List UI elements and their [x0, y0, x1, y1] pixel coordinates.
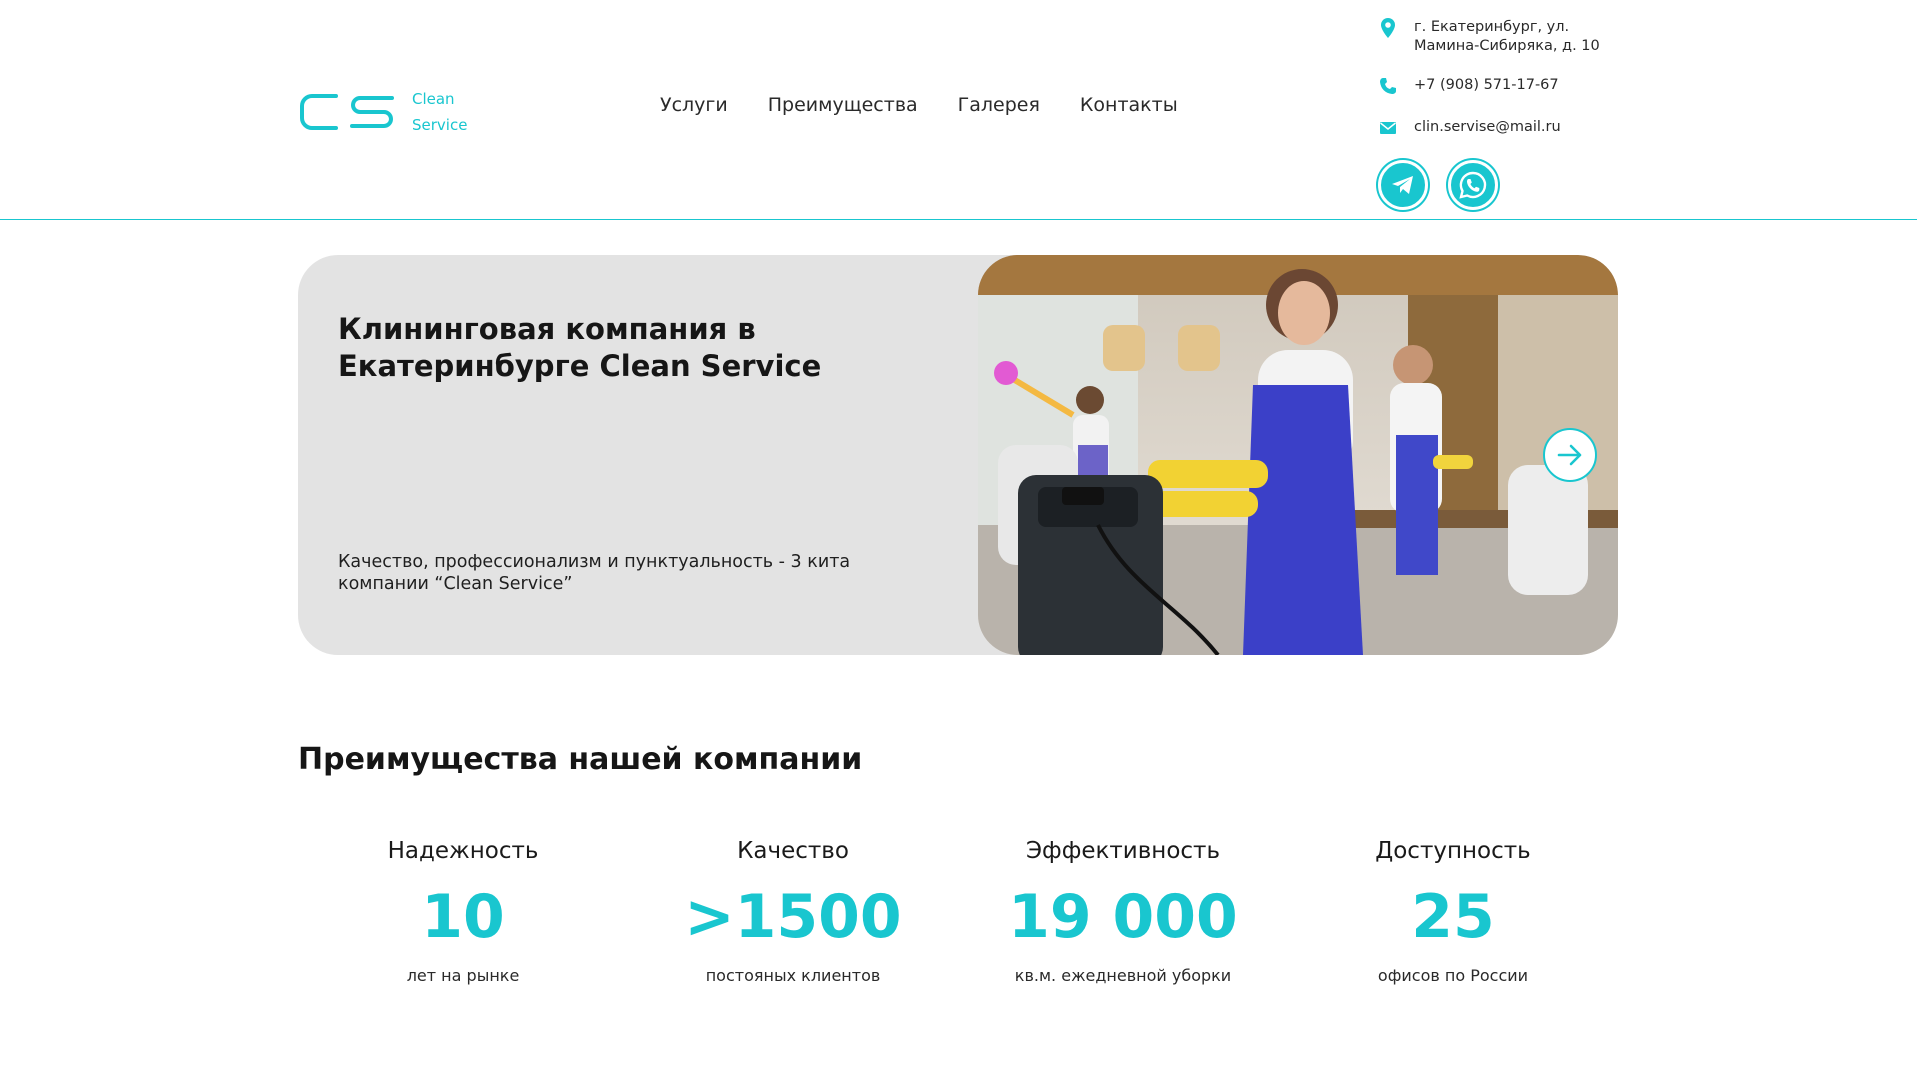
- address-text: г. Екатеринбург, ул. Мамина-Сибиряка, д.…: [1414, 19, 1600, 54]
- advantage-value: 10: [421, 882, 505, 952]
- logo-text-line1: Clean: [412, 90, 455, 108]
- main-nav: Услуги Преимущества Галерея Контакты: [660, 94, 1178, 116]
- advantage-caption: офисов по России: [1377, 966, 1529, 985]
- logo[interactable]: Clean Service: [298, 86, 467, 138]
- advantage-item: Надежность 10 лет на рынке: [298, 838, 628, 985]
- phone-icon: [1378, 76, 1398, 96]
- telegram-button[interactable]: [1378, 160, 1428, 210]
- location-pin-icon: [1378, 18, 1398, 38]
- advantage-item: Доступность 25 офисов по России: [1288, 838, 1618, 985]
- advantage-item: Качество >1500 постояных клиентов: [628, 838, 958, 985]
- hero-banner: Клининговая компания в Екатеринбурге Cle…: [298, 255, 1618, 655]
- advantage-item: Эффективность 19 000 кв.м. ежедневной уб…: [958, 838, 1288, 985]
- contact-email[interactable]: clin.servise@mail.ru: [1378, 118, 1638, 148]
- advantage-caption: лет на рынке: [406, 966, 520, 985]
- arrow-right-icon: [1557, 444, 1582, 466]
- advantage-name: Эффективность: [1025, 838, 1221, 864]
- nav-link-advantages[interactable]: Преимущества: [768, 94, 918, 116]
- nav-link-contacts[interactable]: Контакты: [1080, 94, 1178, 116]
- logo-mark: [300, 94, 394, 130]
- contact-phone[interactable]: +7 (908) 571-17-67: [1378, 76, 1638, 106]
- advantage-caption: постояных клиентов: [705, 966, 881, 985]
- advantage-caption: кв.м. ежедневной уборки: [1014, 966, 1232, 985]
- hero-subtitle: Качество, профессионализм и пунктуальнос…: [338, 552, 851, 594]
- site-header: Clean Service Услуги Преимущества Галере…: [0, 0, 1917, 220]
- advantage-value: >1500: [684, 882, 902, 952]
- logo-text-line2: Service: [412, 116, 468, 134]
- advantage-name: Надежность: [387, 838, 539, 864]
- advantage-value: 25: [1411, 882, 1495, 952]
- logo-text: Clean Service: [412, 86, 467, 138]
- hero-photo: [978, 255, 1618, 655]
- hero-title: Клининговая компания в Екатеринбурге Cle…: [338, 312, 822, 383]
- advantages-title: Преимущества нашей компании: [298, 742, 863, 777]
- advantage-name: Качество: [737, 838, 849, 864]
- advantage-value: 19 000: [1008, 882, 1238, 952]
- nav-link-gallery[interactable]: Галерея: [958, 94, 1040, 116]
- phone-text[interactable]: +7 (908) 571-17-67: [1414, 76, 1559, 95]
- advantages-grid: Надежность 10 лет на рынке Качество >150…: [298, 838, 1618, 985]
- contact-address: г. Екатеринбург, ул. Мамина-Сибиряка, д.…: [1378, 18, 1638, 64]
- nav-link-services[interactable]: Услуги: [660, 94, 728, 116]
- email-text[interactable]: clin.servise@mail.ru: [1414, 118, 1561, 137]
- mail-icon: [1378, 118, 1398, 138]
- whatsapp-icon: [1459, 171, 1487, 199]
- header-contacts: г. Екатеринбург, ул. Мамина-Сибиряка, д.…: [1378, 18, 1638, 210]
- hero-next-button[interactable]: [1543, 428, 1597, 482]
- telegram-icon: [1392, 176, 1413, 194]
- whatsapp-button[interactable]: [1448, 160, 1498, 210]
- advantage-name: Доступность: [1375, 838, 1531, 864]
- social-links: [1378, 160, 1638, 210]
